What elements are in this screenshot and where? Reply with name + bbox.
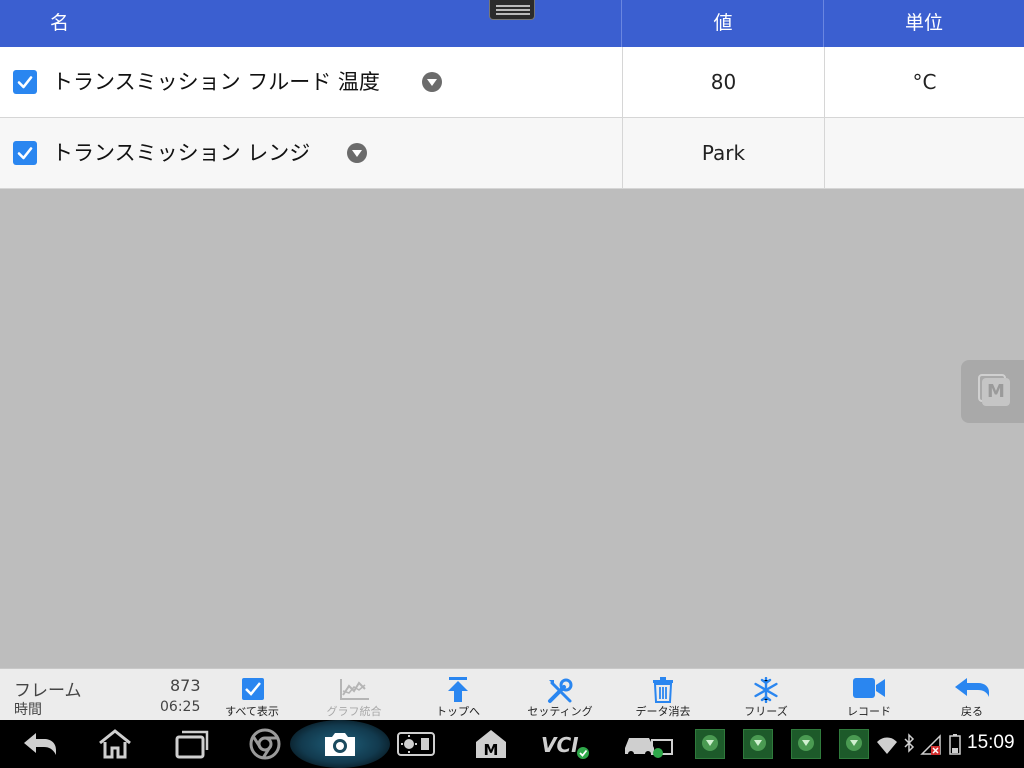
m-icon[interactable]: M: [474, 728, 508, 760]
to-top-button[interactable]: トップへ: [418, 669, 498, 721]
arrow-top-icon: [448, 677, 468, 702]
row-label: トランスミッション フルード 温度: [52, 70, 380, 94]
download-icon[interactable]: [839, 729, 869, 759]
svg-text:VCI: VCI: [541, 733, 579, 757]
show-all-button[interactable]: すべて表示: [212, 669, 292, 721]
freeze-label: フリーズ: [744, 705, 788, 718]
frame-value: 873: [170, 676, 201, 695]
svg-text:M: M: [484, 741, 499, 759]
column-header-unit: 単位: [904, 12, 943, 34]
clear-data-label: データ消去: [635, 705, 691, 718]
vci-icon[interactable]: VCI: [540, 728, 592, 760]
back-icon[interactable]: [22, 728, 58, 760]
m-app-letter: M: [982, 378, 1010, 406]
snowflake-icon: [754, 677, 778, 703]
clock: 15:09: [967, 732, 1015, 753]
car-icon[interactable]: [622, 728, 674, 760]
system-nav-bar: M VCI 15:09: [0, 720, 1024, 768]
wifi-icon: [877, 737, 897, 754]
setting-label: セッティング: [527, 705, 593, 718]
row-value: 80: [622, 47, 824, 117]
checkmark-icon: [17, 147, 33, 160]
frame-label: フレーム: [14, 681, 82, 701]
record-button[interactable]: レコード: [829, 669, 909, 721]
show-all-label: すべて表示: [225, 705, 279, 718]
row-name-cell: トランスミッション フルード 温度: [0, 47, 622, 117]
table-row[interactable]: トランスミッション レンジ Park: [0, 118, 1024, 189]
download-icon[interactable]: [743, 729, 773, 759]
row-name-cell: トランスミッション レンジ: [0, 118, 622, 188]
row-value: Park: [622, 118, 824, 188]
trash-icon: [653, 677, 673, 703]
home-icon[interactable]: [97, 728, 133, 760]
bottom-toolbar: フレーム 873 時間 06:25 すべて表示 グラフ統合 トップへ セッティン…: [0, 668, 1024, 720]
time-value: 06:25: [160, 699, 201, 715]
back-arrow-icon: [955, 678, 989, 697]
row-checkbox[interactable]: [13, 141, 37, 165]
row-unit: [824, 118, 1024, 188]
column-header-name: 名: [50, 12, 70, 34]
floating-m-button[interactable]: M: [961, 360, 1024, 423]
chrome-icon[interactable]: [248, 728, 282, 760]
video-camera-icon: [853, 678, 885, 698]
bluetooth-icon: [904, 733, 915, 753]
to-top-label: トップへ: [436, 705, 480, 718]
tools-icon: [548, 678, 573, 703]
row-checkbox[interactable]: [13, 70, 37, 94]
dropdown-arrow-icon[interactable]: [347, 143, 367, 163]
column-header-value: 値: [713, 12, 733, 34]
freeze-button[interactable]: フリーズ: [726, 669, 806, 721]
clear-data-button[interactable]: データ消去: [623, 669, 703, 721]
recent-apps-icon[interactable]: [173, 728, 209, 760]
drag-handle[interactable]: [489, 0, 535, 20]
download-icon[interactable]: [695, 729, 725, 759]
camera-icon[interactable]: [322, 728, 358, 760]
graph-icon: [340, 679, 369, 700]
merge-graph-button[interactable]: グラフ統合: [314, 669, 394, 721]
checkbox-icon: [242, 678, 264, 700]
dropdown-arrow-icon[interactable]: [422, 72, 442, 92]
back-label: 戻る: [961, 705, 983, 718]
record-label: レコード: [847, 705, 891, 718]
table-header: 名 値 単位: [0, 0, 1024, 47]
back-button[interactable]: 戻る: [932, 669, 1012, 721]
brightness-icon[interactable]: [397, 728, 435, 760]
battery-icon: [949, 734, 961, 755]
time-label: 時間: [14, 702, 42, 718]
download-icon[interactable]: [791, 729, 821, 759]
checkmark-icon: [17, 76, 33, 89]
signal-icon: [920, 734, 941, 755]
table-row[interactable]: トランスミッション フルード 温度 80 °C: [0, 47, 1024, 118]
row-label: トランスミッション レンジ: [52, 141, 311, 165]
setting-button[interactable]: セッティング: [515, 669, 605, 721]
merge-graph-label: グラフ統合: [326, 705, 382, 718]
row-unit: °C: [824, 47, 1024, 117]
